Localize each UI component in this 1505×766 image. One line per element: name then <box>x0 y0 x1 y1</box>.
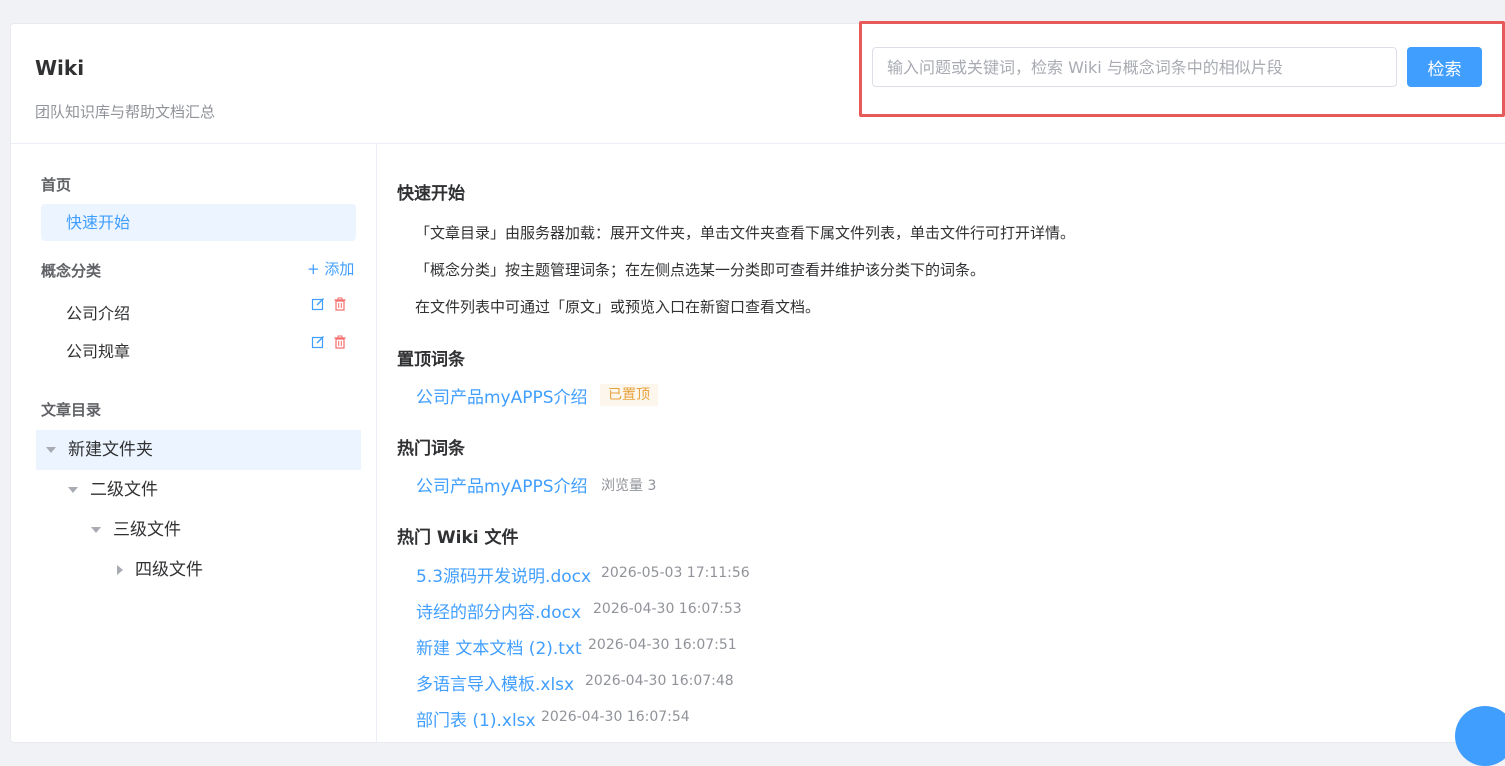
tree-node-level-4[interactable]: 四级文件 <box>117 550 203 590</box>
guide-line: 「文章目录」由服务器加载：展开文件夹，单击文件夹查看下属文件列表，单击文件行可打… <box>415 224 1076 242</box>
file-link[interactable]: 部门表 (1).xlsx <box>416 706 536 731</box>
home-section-label: 首页 <box>41 176 72 194</box>
sidebar: 首页 快速开始 概念分类 + 添加 公司介绍 公司规章 文章目录 新建文件夹 二… <box>11 144 377 744</box>
file-link[interactable]: 5.3源码开发说明.docx <box>416 562 591 587</box>
catalog-section-label: 文章目录 <box>41 401 102 419</box>
page-title: Wiki <box>35 56 85 80</box>
guide-line: 「概念分类」按主题管理词条；在左侧点选某一分类即可查看并维护该分类下的词条。 <box>415 261 986 279</box>
file-time: 2026-04-30 16:07:51 <box>588 637 737 653</box>
tree-node-label: 二级文件 <box>90 480 158 500</box>
file-time: 2026-05-03 17:11:56 <box>601 565 750 581</box>
tree-node-label: 三级文件 <box>113 520 181 540</box>
hot-term-views: 浏览量 3 <box>601 478 657 494</box>
pinned-terms-heading: 置顶词条 <box>397 350 465 370</box>
quick-start-heading: 快速开始 <box>397 184 465 204</box>
file-link[interactable]: 多语言导入模板.xlsx <box>416 670 574 695</box>
delete-icon[interactable] <box>333 297 347 311</box>
concept-item-company-intro[interactable]: 公司介绍 <box>66 300 130 324</box>
wiki-card: Wiki 团队知识库与帮助文档汇总 检索 首页 快速开始 概念分类 + 添加 公… <box>10 21 1505 744</box>
hot-term-link[interactable]: 公司产品myAPPS介绍 <box>416 472 588 497</box>
tree-node-new-folder[interactable]: 新建文件夹 <box>36 430 361 470</box>
tree-node-label: 四级文件 <box>135 560 203 580</box>
add-category-button[interactable]: + 添加 <box>307 258 354 279</box>
floating-action-button[interactable] <box>1455 706 1505 766</box>
caret-down-icon <box>91 527 101 533</box>
main-content: 快速开始 「文章目录」由服务器加载：展开文件夹，单击文件夹查看下属文件列表，单击… <box>397 144 1497 744</box>
file-time: 2026-04-30 16:07:48 <box>585 673 734 689</box>
concept-section-label: 概念分类 <box>41 262 102 280</box>
wiki-header: Wiki 团队知识库与帮助文档汇总 检索 <box>11 21 1505 144</box>
tree-node-level-2[interactable]: 二级文件 <box>68 470 158 510</box>
search-button[interactable]: 检索 <box>1407 47 1482 87</box>
pinned-badge: 已置顶 <box>600 384 658 406</box>
file-link[interactable]: 新建 文本文档 (2).txt <box>416 634 582 659</box>
pinned-term-link[interactable]: 公司产品myAPPS介绍 <box>416 383 588 408</box>
caret-down-icon <box>68 487 78 493</box>
tree-node-level-3[interactable]: 三级文件 <box>91 510 181 550</box>
sidebar-item-quick-start[interactable]: 快速开始 <box>41 204 356 241</box>
file-link[interactable]: 诗经的部分内容.docx <box>416 598 581 623</box>
page-subtitle: 团队知识库与帮助文档汇总 <box>35 103 216 121</box>
edit-icon[interactable] <box>311 335 325 349</box>
edit-icon[interactable] <box>311 297 325 311</box>
hot-terms-heading: 热门词条 <box>397 439 465 459</box>
delete-icon[interactable] <box>333 335 347 349</box>
search-input[interactable] <box>872 47 1397 87</box>
tree-node-label: 新建文件夹 <box>68 440 153 460</box>
caret-right-icon <box>117 565 123 575</box>
guide-line: 在文件列表中可通过「原文」或预览入口在新窗口查看文档。 <box>415 298 821 316</box>
caret-down-icon <box>46 447 56 453</box>
hot-files-heading: 热门 Wiki 文件 <box>397 528 519 548</box>
file-time: 2026-04-30 16:07:54 <box>541 709 690 725</box>
file-time: 2026-04-30 16:07:53 <box>593 601 742 617</box>
concept-item-company-rules[interactable]: 公司规章 <box>66 338 130 362</box>
